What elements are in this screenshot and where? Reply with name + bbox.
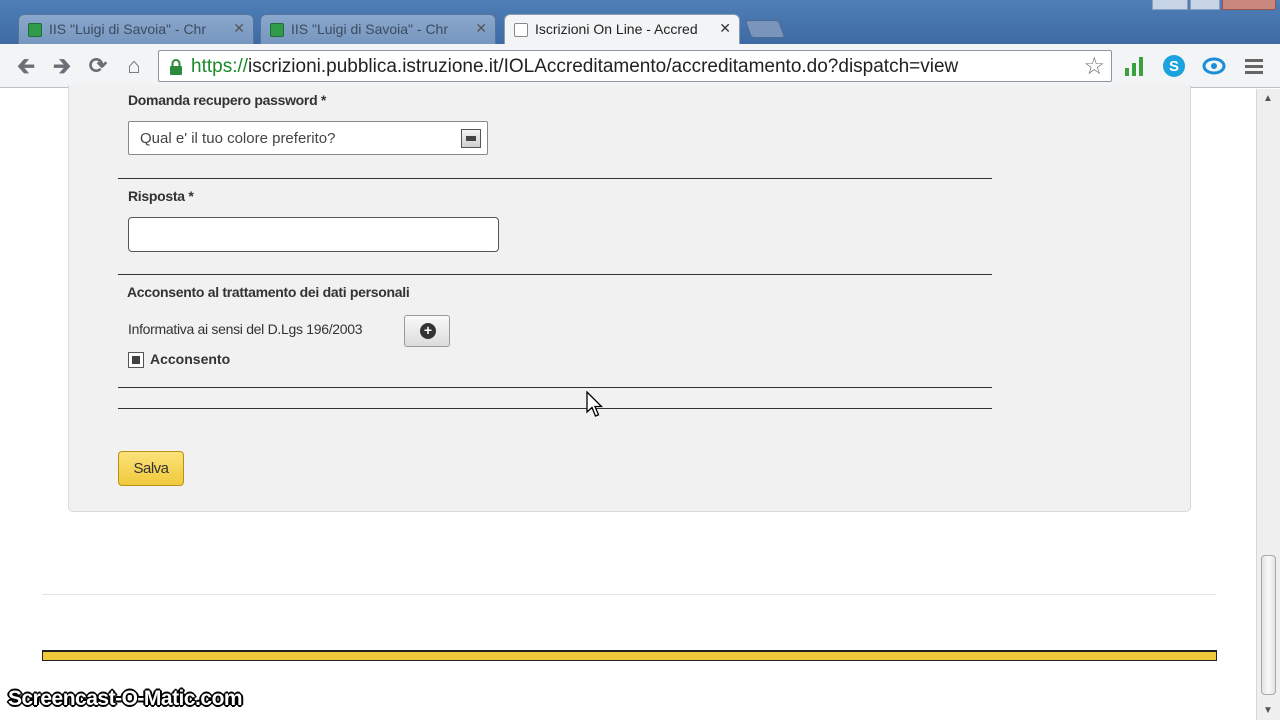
tab-title: Iscrizioni On Line - Accred [535,21,698,37]
consent-section-title: Acconsento al trattamento dei dati perso… [127,284,410,300]
page-favicon-icon [28,23,42,37]
mouse-pointer-icon [586,391,604,417]
tab-close-icon[interactable]: ✕ [719,20,731,37]
tab-iscrizioni-on-line[interactable]: Iscrizioni On Line - Accred ✕ [504,14,740,45]
new-tab-button[interactable] [744,20,786,38]
tab-title: IIS "Luigi di Savoia" - Chr [49,21,207,37]
scroll-up-icon[interactable]: ▲ [1263,93,1273,104]
menu-icon[interactable] [1242,54,1266,78]
minimize-button[interactable] [1152,0,1188,10]
informativa-expand-button[interactable]: + [404,315,450,347]
home-icon[interactable]: ⌂ [120,53,148,79]
signal-icon[interactable] [1122,54,1146,78]
browser-toolbar: 🡰 🡲 ⟳ ⌂ https://iscrizioni.pubblica.istr… [0,44,1280,88]
consent-label[interactable]: Acconsento [150,351,230,367]
tab-strip: IIS "Luigi di Savoia" - Chr ✕ IIS "Luigi… [0,0,1280,45]
svg-text:S: S [1169,58,1179,75]
security-question-label: Domanda recupero password * [128,92,327,108]
close-window-button[interactable] [1222,0,1276,10]
tab-close-icon[interactable]: ✕ [233,20,245,37]
divider [118,408,992,409]
answer-label: Risposta * [128,188,194,204]
url-text: https://iscrizioni.pubblica.istruzione.i… [191,56,958,78]
lock-icon [170,59,182,75]
divider [118,178,992,179]
reload-icon[interactable]: ⟳ [84,53,112,79]
scroll-down-icon[interactable]: ▼ [1263,705,1273,716]
star-icon[interactable]: ☆ [1083,52,1105,81]
vertical-scrollbar[interactable]: ▲ ▼ [1256,89,1280,720]
scroll-thumb[interactable] [1261,555,1276,695]
page-favicon-icon [514,23,528,37]
back-icon[interactable]: 🡰 [12,53,40,79]
divider [118,387,992,388]
address-bar[interactable]: https://iscrizioni.pubblica.istruzione.i… [158,50,1112,82]
save-button[interactable]: Salva [118,451,184,486]
skype-icon[interactable]: S [1162,54,1186,78]
informativa-text: Informativa ai sensi del D.Lgs 196/2003 [128,321,363,337]
consent-checkbox[interactable] [128,352,144,368]
url-path: iscrizioni.pubblica.istruzione.it/IOLAcc… [248,56,959,77]
page-favicon-icon [270,23,284,37]
accreditamento-form: Domanda recupero password * Qual e' il t… [68,85,1191,512]
tab-iis-luigi-di-savoia-2[interactable]: IIS "Luigi di Savoia" - Chr ✕ [260,14,496,44]
forward-icon[interactable]: 🡲 [48,53,76,79]
plus-circle-icon: + [420,323,436,339]
tab-iis-luigi-di-savoia-1[interactable]: IIS "Luigi di Savoia" - Chr ✕ [18,14,254,44]
sync-icon[interactable] [1202,54,1226,78]
maximize-button[interactable] [1190,0,1220,10]
footer-divider [42,594,1216,595]
url-scheme: https:// [191,56,249,77]
chevron-down-icon[interactable] [461,129,481,148]
answer-input[interactable] [128,217,499,252]
selected-question: Qual e' il tuo colore preferito? [140,130,336,147]
tab-title: IIS "Luigi di Savoia" - Chr [291,21,449,37]
footer-accent-bar [42,650,1217,661]
tab-close-icon[interactable]: ✕ [475,20,487,37]
divider [118,274,992,275]
security-question-select[interactable]: Qual e' il tuo colore preferito? [128,121,488,155]
screencast-watermark: Screencast-O-Matic.com [8,687,243,710]
page-viewport: Domanda recupero password * Qual e' il t… [0,85,1256,720]
